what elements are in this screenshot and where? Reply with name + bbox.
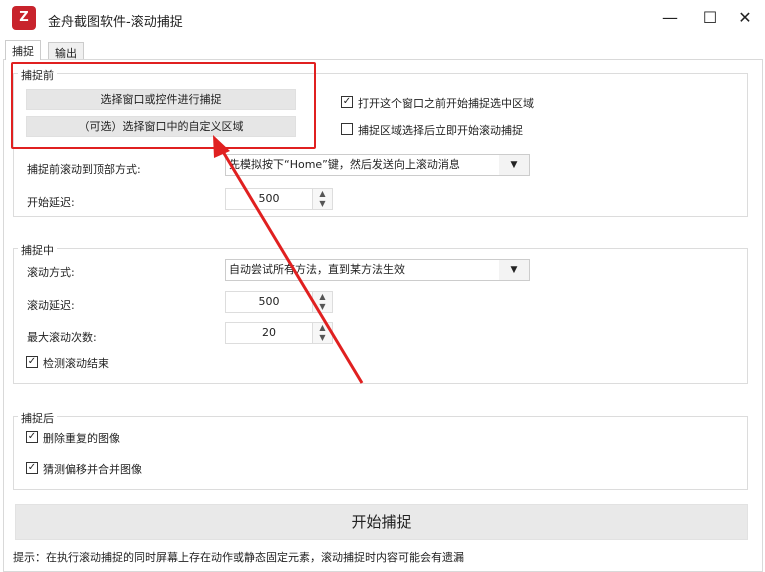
tab-capture[interactable]: 捕捉 <box>5 40 41 60</box>
annotation-arrow-icon <box>213 135 364 384</box>
